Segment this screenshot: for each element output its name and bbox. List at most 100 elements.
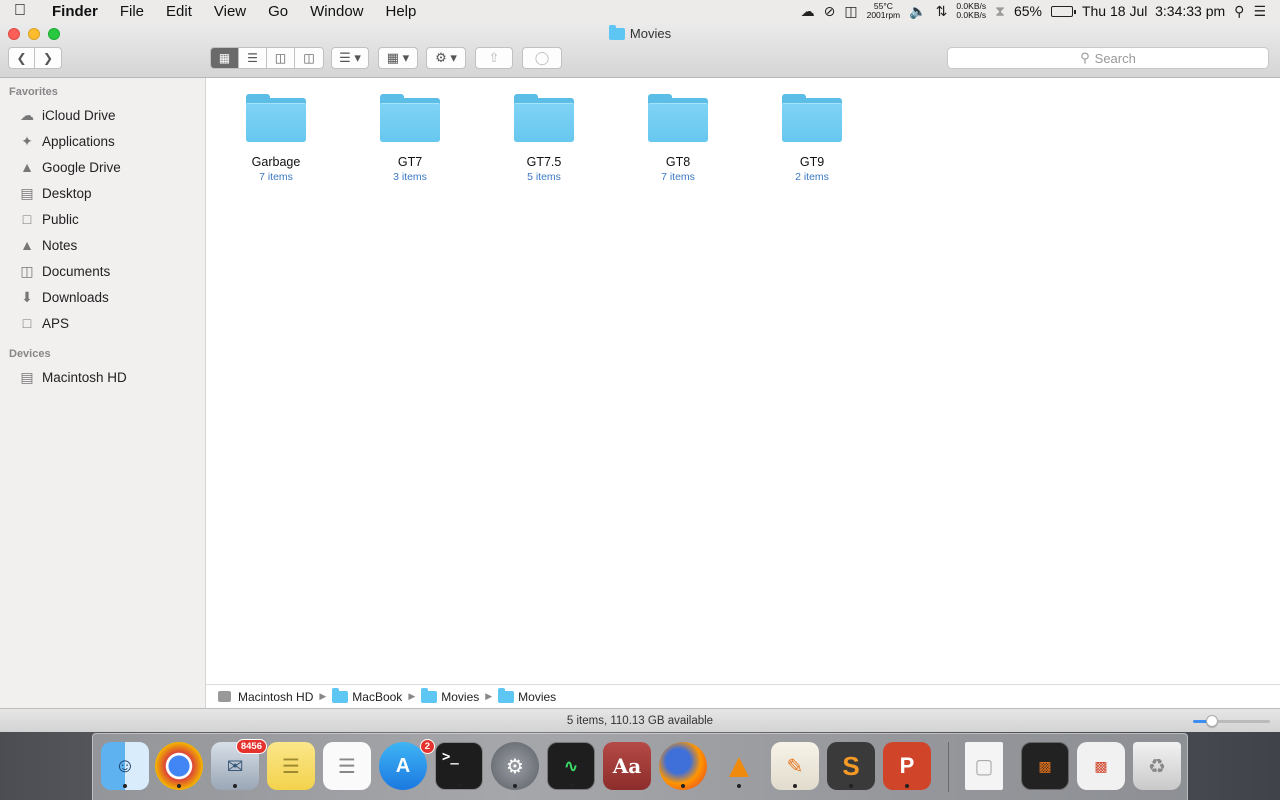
battery-icon[interactable] xyxy=(1050,5,1076,17)
icon-size-slider[interactable] xyxy=(1193,715,1270,727)
dock-separator xyxy=(948,742,949,792)
dock-activity-monitor[interactable]: ∿ xyxy=(547,742,595,790)
dock-finder[interactable]: ☺ xyxy=(101,742,149,790)
search-field[interactable]: ⚲ Search xyxy=(947,47,1269,69)
disk-icon xyxy=(218,691,231,702)
sidebar-item-google-drive[interactable]: ▲ Google Drive xyxy=(18,156,121,178)
sensor-readout[interactable]: 55°C 2001rpm xyxy=(867,2,901,20)
terminal-icon: >_ xyxy=(442,749,459,765)
dock-sublime-text[interactable]: S xyxy=(827,742,875,790)
path-item-macintosh-hd[interactable]: Macintosh HD xyxy=(238,690,313,704)
sidebar-item-documents[interactable]: ◫ Documents xyxy=(18,260,110,282)
menu-window[interactable]: Window xyxy=(299,3,374,20)
folder-item-count: 5 items xyxy=(527,171,561,183)
volume-icon[interactable]: 🔈 xyxy=(909,3,926,20)
folder-item-gt9[interactable]: GT9 2 items xyxy=(757,94,867,183)
clock[interactable]: Thu 18 Jul 3:34:33 pm xyxy=(1082,3,1225,19)
dock-reminders[interactable]: ☰ xyxy=(323,742,371,790)
list-view-button[interactable]: ☰ xyxy=(239,48,267,68)
folder-name: GT9 xyxy=(799,155,825,169)
folder-name: Garbage xyxy=(251,155,301,169)
sidebar-item-label: Documents xyxy=(42,263,111,279)
column-view-button[interactable]: ◫ xyxy=(267,48,295,68)
menu-file[interactable]: File xyxy=(109,3,155,20)
dock-powerpoint[interactable]: P xyxy=(883,742,931,790)
gear-icon: ⚙ xyxy=(506,755,524,778)
battery-percent[interactable]: 65% xyxy=(1014,3,1042,19)
folder-icon xyxy=(648,94,708,142)
sidebar-item-icloud-drive[interactable]: ☁ iCloud Drive xyxy=(18,104,116,126)
sidebar-item-applications[interactable]: ✦ Applications xyxy=(18,130,115,152)
dock-system-preferences[interactable]: ⚙ xyxy=(491,742,539,790)
action-button[interactable]: ⚙ ▾ xyxy=(426,47,466,69)
folder-item-gt8[interactable]: GT8 7 items xyxy=(623,94,733,183)
cloud-icon: ☁ xyxy=(20,106,34,123)
activity-monitor-icon: ∿ xyxy=(563,755,579,776)
mail-icon: ✉ xyxy=(226,755,244,778)
menu-go[interactable]: Go xyxy=(257,3,299,20)
image-stack-icon: ▩ xyxy=(1038,757,1052,774)
dock-firefox[interactable] xyxy=(659,742,707,790)
menu-view[interactable]: View xyxy=(203,3,257,20)
path-item-movies-current[interactable]: Movies xyxy=(518,690,556,704)
path-item-macbook[interactable]: MacBook xyxy=(352,690,402,704)
do-not-disturb-icon[interactable]: ⊘ xyxy=(824,3,836,20)
folder-icon xyxy=(608,24,625,40)
wifi-icon[interactable]: ⧗ xyxy=(995,3,1005,20)
forward-button[interactable]: ❯ xyxy=(35,48,61,68)
dock-mail[interactable]: ✉ 8456 xyxy=(211,739,267,790)
sidebar-item-aps[interactable]: □ APS xyxy=(18,312,69,334)
window-title: Movies xyxy=(0,24,1280,41)
folder-item-gt7[interactable]: GT7 3 items xyxy=(355,94,465,183)
trash-icon: ♻ xyxy=(1148,755,1166,778)
downloads-icon: ⬇ xyxy=(21,288,33,305)
menu-app-finder[interactable]: Finder xyxy=(40,3,109,20)
display-mirror-icon[interactable]: ◫ xyxy=(844,3,857,20)
icon-view-button[interactable]: ▦ xyxy=(211,48,239,68)
group-button[interactable]: ▦ ▾ xyxy=(378,47,418,69)
status-text: 5 items, 110.13 GB available xyxy=(566,714,714,727)
cover-flow-button[interactable]: ◫ xyxy=(295,48,323,68)
window-title-text: Movies xyxy=(629,26,672,41)
path-separator-icon: ▶ xyxy=(408,691,416,701)
back-button[interactable]: ❮ xyxy=(9,48,35,68)
dock-screenshot-stack[interactable]: ▩ xyxy=(1021,742,1069,790)
menu-edit[interactable]: Edit xyxy=(155,3,203,20)
sidebar-item-downloads[interactable]: ⬇ Downloads xyxy=(18,286,109,308)
net-down-text: 0.0KB/s xyxy=(956,10,987,20)
search-icon: ⚲ xyxy=(1080,50,1090,65)
sidebar-item-public[interactable]: □ Public xyxy=(18,208,79,230)
dock-pages[interactable]: ✎ xyxy=(771,742,819,790)
spotlight-search-icon[interactable]: ⚲ xyxy=(1234,3,1244,20)
folder-icon xyxy=(421,687,438,703)
path-item-movies[interactable]: Movies xyxy=(441,690,479,704)
share-icon: ⇧ xyxy=(488,50,500,65)
folder-item-gt7-5[interactable]: GT7.5 5 items xyxy=(489,94,599,183)
dock-terminal[interactable]: >_ xyxy=(435,742,483,790)
folder-icon xyxy=(246,94,306,142)
dock-downloads-stack[interactable]: ▩ xyxy=(1077,742,1125,790)
sidebar-item-macintosh-hd[interactable]: ▤ Macintosh HD xyxy=(18,366,126,388)
tags-button[interactable]: ◯ xyxy=(522,47,562,69)
dock-vlc[interactable]: ▲ xyxy=(715,742,763,790)
slider-knob[interactable] xyxy=(1206,715,1218,727)
folder-name: GT7.5 xyxy=(526,155,562,169)
arrange-button[interactable]: ☰ ▾ xyxy=(331,47,369,69)
dock-app-store[interactable]: A2 xyxy=(379,739,435,790)
dock-chrome[interactable] xyxy=(155,742,203,790)
dock-trash[interactable]: ♻ xyxy=(1133,742,1181,790)
menu-help[interactable]: Help xyxy=(375,3,428,20)
file-browser: Garbage 7 items GT7 3 items GT7.5 5 item… xyxy=(206,78,1280,684)
sidebar-item-notes[interactable]: ▲ Notes xyxy=(18,234,77,256)
network-speed[interactable]: 0.0KB/s 0.0KB/s xyxy=(956,2,986,20)
sidebar-item-desktop[interactable]: ▤ Desktop xyxy=(18,182,91,204)
dock-document[interactable]: ▢ xyxy=(965,742,1003,790)
share-button[interactable]: ⇧ xyxy=(475,47,513,69)
apple-menu-icon[interactable]:  xyxy=(0,2,40,20)
cloud-upload-icon[interactable]: ☁ xyxy=(801,3,815,20)
notification-center-icon[interactable]: ☰ xyxy=(1253,3,1266,20)
document-icon: ▢ xyxy=(974,755,994,778)
dock-dictionary[interactable]: Aa xyxy=(603,742,651,790)
folder-item-garbage[interactable]: Garbage 7 items xyxy=(221,94,331,183)
dock-notes[interactable]: ☰ xyxy=(267,742,315,790)
